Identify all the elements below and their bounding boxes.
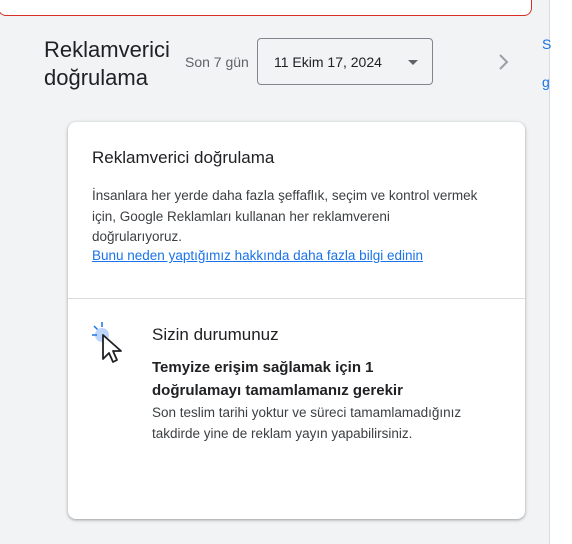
card-title: Reklamverici doğrulama (92, 148, 275, 167)
arrow-drop-down-icon (408, 60, 418, 65)
status-heading: Sizin durumunuz (152, 325, 279, 344)
date-range-label: Son 7 gün (185, 54, 249, 70)
side-panel-link[interactable]: g (542, 74, 550, 90)
right-side-panel (549, 0, 572, 544)
status-note: Son teslim tarihi yoktur ve süreci tamam… (152, 405, 462, 441)
side-panel-link[interactable]: S (542, 36, 551, 52)
divider (68, 298, 525, 299)
cursor-click-icon (92, 322, 122, 363)
date-range-value: 11 Ekim 17, 2024 (274, 54, 382, 70)
page-title: Reklamverici doğrulama (44, 37, 170, 90)
card-description: İnsanlara her yerde daha fazla şeffaflık… (92, 188, 478, 244)
learn-more-link[interactable]: Bunu neden yaptığımız hakkında daha fazl… (92, 246, 423, 266)
chevron-right-icon[interactable] (497, 54, 511, 70)
status-message: Temyize erişim sağlamak için 1 doğrulama… (152, 359, 403, 399)
date-range-dropdown[interactable]: 11 Ekim 17, 2024 (257, 38, 433, 85)
advertiser-verification-card: Reklamverici doğrulama İnsanlara her yer… (68, 122, 525, 519)
alert-banner (0, 0, 532, 16)
